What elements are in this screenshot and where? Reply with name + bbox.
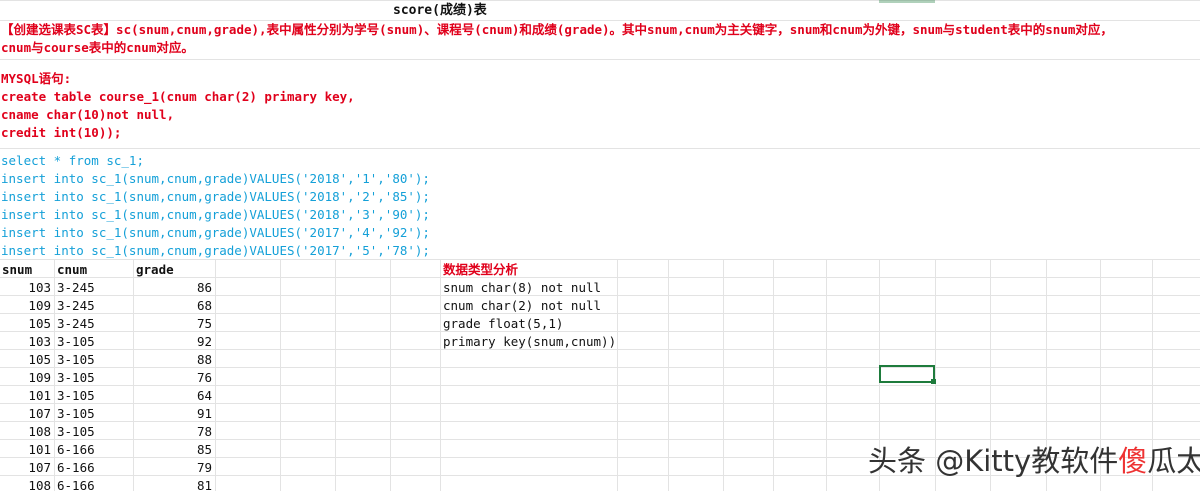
cell-snum[interactable]: 103 (0, 279, 51, 297)
cell-grade[interactable]: 76 (134, 369, 212, 387)
header-grade[interactable]: grade (136, 261, 174, 279)
sheet-title[interactable]: score(成绩)表 (393, 2, 487, 20)
cell-snum[interactable]: 109 (0, 297, 51, 315)
cell-cnum[interactable]: 3-105 (57, 333, 95, 351)
selected-cell[interactable] (879, 365, 935, 383)
create-line[interactable]: cname char(10)not null, (1, 106, 174, 124)
cell-grade[interactable]: 75 (134, 315, 212, 333)
analysis-line[interactable]: primary key(snum,cnum)) (443, 333, 616, 351)
cell-cnum[interactable]: 6-166 (57, 441, 95, 459)
header-cnum[interactable]: cnum (57, 261, 87, 279)
cell-snum[interactable]: 108 (0, 423, 51, 441)
cell-grade[interactable]: 86 (134, 279, 212, 297)
cell-grade[interactable]: 78 (134, 423, 212, 441)
cell-cnum[interactable]: 3-105 (57, 351, 95, 369)
cell-cnum[interactable]: 3-105 (57, 423, 95, 441)
description-line-1[interactable]: 【创建选课表SC表】sc(snum,cnum,grade),表中属性分别为学号(… (1, 21, 1113, 39)
analysis-line[interactable]: snum char(8) not null (443, 279, 601, 297)
analysis-line[interactable]: cnum char(2) not null (443, 297, 601, 315)
cell-snum[interactable]: 101 (0, 441, 51, 459)
cell-snum[interactable]: 105 (0, 351, 51, 369)
sql-line[interactable]: insert into sc_1(snum,cnum,grade)VALUES(… (1, 188, 430, 206)
cell-snum[interactable]: 107 (0, 459, 51, 477)
sql-line[interactable]: insert into sc_1(snum,cnum,grade)VALUES(… (1, 242, 430, 260)
mysql-label[interactable]: MYSQL语句: (1, 70, 71, 88)
cell-grade[interactable]: 91 (134, 405, 212, 423)
watermark-suffix: 瓜太 (1147, 444, 1200, 478)
sql-line[interactable]: insert into sc_1(snum,cnum,grade)VALUES(… (1, 170, 430, 188)
sql-line[interactable]: insert into sc_1(snum,cnum,grade)VALUES(… (1, 206, 430, 224)
cell-grade[interactable]: 68 (134, 297, 212, 315)
sql-line[interactable]: select * from sc_1; (1, 152, 144, 170)
cell-grade[interactable]: 64 (134, 387, 212, 405)
cell-snum[interactable]: 101 (0, 387, 51, 405)
cell-cnum[interactable]: 3-105 (57, 369, 95, 387)
cell-cnum[interactable]: 3-245 (57, 279, 95, 297)
description-line-2[interactable]: cnum与course表中的cnum对应。 (1, 39, 194, 57)
cell-snum[interactable]: 107 (0, 405, 51, 423)
cell-grade[interactable]: 92 (134, 333, 212, 351)
cell-grade[interactable]: 81 (134, 477, 212, 495)
cell-cnum[interactable]: 6-166 (57, 459, 95, 477)
cell-snum[interactable]: 105 (0, 315, 51, 333)
analysis-title[interactable]: 数据类型分析 (443, 261, 518, 279)
sql-line[interactable]: insert into sc_1(snum,cnum,grade)VALUES(… (1, 224, 430, 242)
create-line[interactable]: credit int(10)); (1, 124, 121, 142)
watermark-highlight: 傻 (1118, 444, 1148, 478)
cell-grade[interactable]: 85 (134, 441, 212, 459)
header-snum[interactable]: snum (2, 261, 32, 279)
cell-snum[interactable]: 109 (0, 369, 51, 387)
cell-snum[interactable]: 103 (0, 333, 51, 351)
cell-grade[interactable]: 79 (134, 459, 212, 477)
create-line[interactable]: create table course_1(cnum char(2) prima… (1, 88, 355, 106)
cell-cnum[interactable]: 3-105 (57, 387, 95, 405)
watermark-prefix: 头条 @Kitty教软件 (868, 444, 1119, 478)
column-highlight (879, 0, 935, 3)
cell-snum[interactable]: 108 (0, 477, 51, 495)
analysis-line[interactable]: grade float(5,1) (443, 315, 563, 333)
cell-cnum[interactable]: 3-245 (57, 315, 95, 333)
fill-handle[interactable] (931, 379, 936, 384)
cell-cnum[interactable]: 3-105 (57, 405, 95, 423)
watermark: 头条 @Kitty教软件傻瓜太 (868, 438, 1200, 480)
cell-cnum[interactable]: 3-245 (57, 297, 95, 315)
cell-grade[interactable]: 88 (134, 351, 212, 369)
cell-cnum[interactable]: 6-166 (57, 477, 95, 495)
